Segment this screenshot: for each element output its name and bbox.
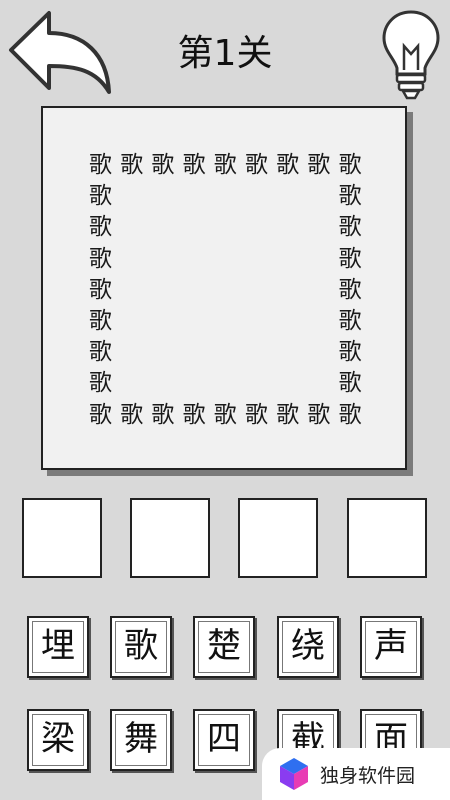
back-arrow-icon [9,11,111,94]
puzzle-char: 歌 [338,401,362,428]
puzzle-char: 歌 [338,370,362,397]
puzzle-char: 歌 [89,308,112,334]
answer-slot-3[interactable] [238,498,318,578]
choice-tile[interactable]: 埋 [27,616,89,678]
level-title: 第1关 [177,33,273,74]
choice-char: 舞 [124,719,158,759]
choice-tile[interactable]: 歌 [110,616,172,678]
puzzle-char: 歌 [213,401,237,428]
answer-slot-4[interactable] [347,498,427,578]
puzzle-char: 歌 [120,401,144,428]
puzzle-char: 歌 [276,152,300,178]
puzzle-char: 歌 [245,152,268,178]
puzzle-char: 歌 [338,245,362,272]
watermark-text: 独身软件园 [320,764,416,787]
hint-button[interactable] [380,8,442,104]
choice-tile[interactable]: 绕 [277,616,339,678]
cube-logo-icon [280,758,308,790]
puzzle-board: 歌歌歌歌歌歌歌歌歌歌歌歌歌歌歌歌歌歌歌歌歌歌歌歌歌歌歌歌歌歌歌歌 [41,106,407,470]
puzzle-char: 歌 [338,214,362,241]
puzzle-char: 歌 [338,183,362,210]
choice-tile[interactable]: 楚 [193,616,255,678]
puzzle-char: 歌 [89,245,112,272]
choice-tile[interactable]: 舞 [110,709,172,771]
puzzle-char: 歌 [182,152,206,178]
puzzle-char: 歌 [276,401,300,428]
puzzle-char: 歌 [151,401,175,428]
choice-char: 楚 [207,626,241,666]
puzzle-char: 歌 [89,339,112,366]
choice-char: 四 [207,719,241,759]
choice-char: 埋 [41,626,75,666]
answer-slot-1[interactable] [22,498,102,578]
puzzle-char: 歌 [307,152,331,178]
choice-tile[interactable]: 声 [360,616,422,678]
puzzle-char: 歌 [89,370,112,397]
puzzle-char: 歌 [120,152,144,178]
choice-char: 梁 [41,719,75,759]
choice-char: 声 [374,626,408,666]
puzzle-char: 歌 [151,152,175,178]
choice-tile[interactable]: 四 [193,709,255,771]
puzzle-char: 歌 [89,214,112,241]
puzzle-char: 歌 [89,401,112,428]
puzzle-char: 歌 [338,339,362,366]
puzzle-char: 歌 [89,276,112,303]
watermark: 独身软件园 [262,748,450,800]
puzzle-char: 歌 [245,401,268,428]
puzzle-char: 歌 [338,308,362,334]
puzzle-char: 歌 [89,183,112,210]
puzzle-char: 歌 [338,276,362,303]
back-button[interactable] [6,8,114,96]
puzzle-char: 歌 [307,401,331,428]
puzzle-char: 歌 [213,152,237,178]
choice-tile[interactable]: 梁 [27,709,89,771]
puzzle-char: 歌 [182,401,206,428]
puzzle-char: 歌 [89,152,112,178]
lightbulb-icon [382,10,440,100]
puzzle-char: 歌 [338,152,362,178]
choice-char: 歌 [124,626,158,666]
choice-char: 绕 [291,626,325,666]
answer-slot-2[interactable] [130,498,210,578]
